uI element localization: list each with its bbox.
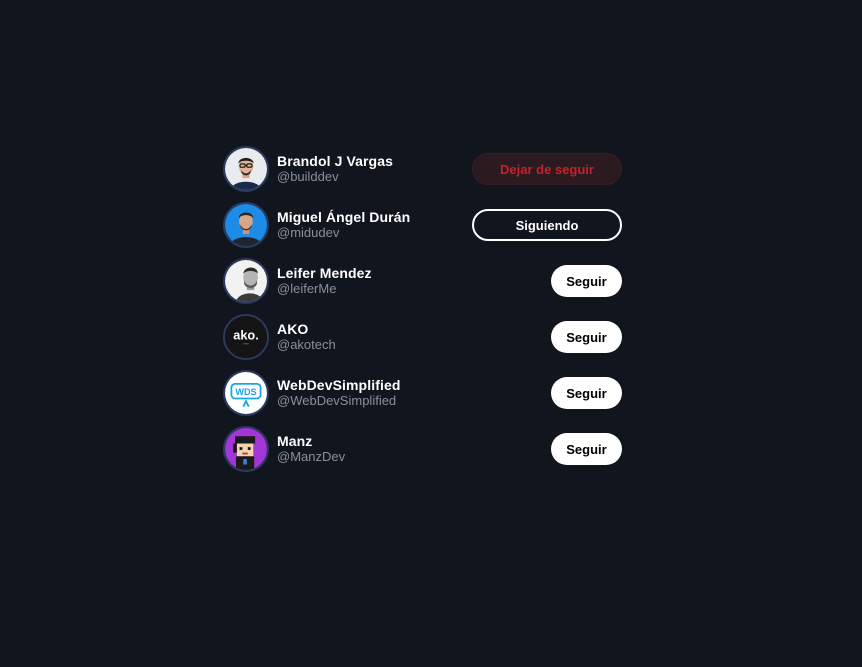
user-handle: @leiferMe: [277, 281, 337, 296]
user-card: ako. AKO @akotech Seguir: [223, 313, 622, 361]
user-name: AKO: [277, 321, 309, 337]
ako-logo-avatar-icon: ako.: [225, 316, 267, 358]
user-handle: @ManzDev: [277, 449, 346, 464]
user-text: WebDevSimplified @WebDevSimplified: [277, 377, 400, 409]
unfollow-button[interactable]: Dejar de seguir: [472, 153, 622, 185]
follow-button[interactable]: Seguir: [551, 377, 622, 409]
user-avatar: ako.: [223, 314, 269, 360]
person-glasses-avatar-icon: [225, 148, 267, 190]
user-name: Miguel Ángel Durán: [277, 209, 411, 225]
user-text: Manz @ManzDev: [277, 433, 345, 465]
pixel-art-avatar-icon: [225, 428, 267, 470]
follow-button[interactable]: Seguir: [551, 321, 622, 353]
user-name: Brandol J Vargas: [277, 153, 393, 169]
user-card: Manz @ManzDev Seguir: [223, 425, 622, 473]
ako-logo-text: ako.: [233, 328, 259, 343]
user-handle: @midudev: [277, 225, 340, 240]
user-avatar: [223, 258, 269, 304]
follow-suggestions-list: Brandol J Vargas @builddev Dejar de segu…: [223, 145, 622, 473]
following-button[interactable]: Siguiendo: [472, 209, 622, 241]
user-avatar: [223, 426, 269, 472]
wds-logo-text: WDS: [235, 387, 256, 397]
user-avatar: WDS: [223, 370, 269, 416]
user-info-group: ako. AKO @akotech: [223, 314, 336, 360]
user-name: Manz: [277, 433, 313, 449]
user-name: Leifer Mendez: [277, 265, 372, 281]
user-handle: @akotech: [277, 337, 336, 352]
user-avatar: [223, 146, 269, 192]
user-name: WebDevSimplified: [277, 377, 401, 393]
user-card: Brandol J Vargas @builddev Dejar de segu…: [223, 145, 622, 193]
person-blue-background-avatar-icon: [225, 204, 267, 246]
user-text: AKO @akotech: [277, 321, 336, 353]
user-info-group: Miguel Ángel Durán @midudev: [223, 202, 410, 248]
person-bw-avatar-icon: [225, 260, 267, 302]
wds-logo-avatar-icon: WDS: [225, 372, 267, 414]
user-card: WDS WebDevSimplified @WebDevSimplified S…: [223, 369, 622, 417]
user-handle: @builddev: [277, 169, 339, 184]
user-card: Leifer Mendez @leiferMe Seguir: [223, 257, 622, 305]
user-handle: @WebDevSimplified: [277, 393, 397, 408]
user-text: Leifer Mendez @leiferMe: [277, 265, 372, 297]
user-avatar: [223, 202, 269, 248]
user-info-group: WDS WebDevSimplified @WebDevSimplified: [223, 370, 400, 416]
follow-button[interactable]: Seguir: [551, 433, 622, 465]
user-card: Miguel Ángel Durán @midudev Siguiendo: [223, 201, 622, 249]
user-text: Miguel Ángel Durán @midudev: [277, 209, 410, 241]
user-info-group: Manz @ManzDev: [223, 426, 345, 472]
user-text: Brandol J Vargas @builddev: [277, 153, 393, 185]
user-info-group: Leifer Mendez @leiferMe: [223, 258, 372, 304]
follow-button[interactable]: Seguir: [551, 265, 622, 297]
user-info-group: Brandol J Vargas @builddev: [223, 146, 393, 192]
